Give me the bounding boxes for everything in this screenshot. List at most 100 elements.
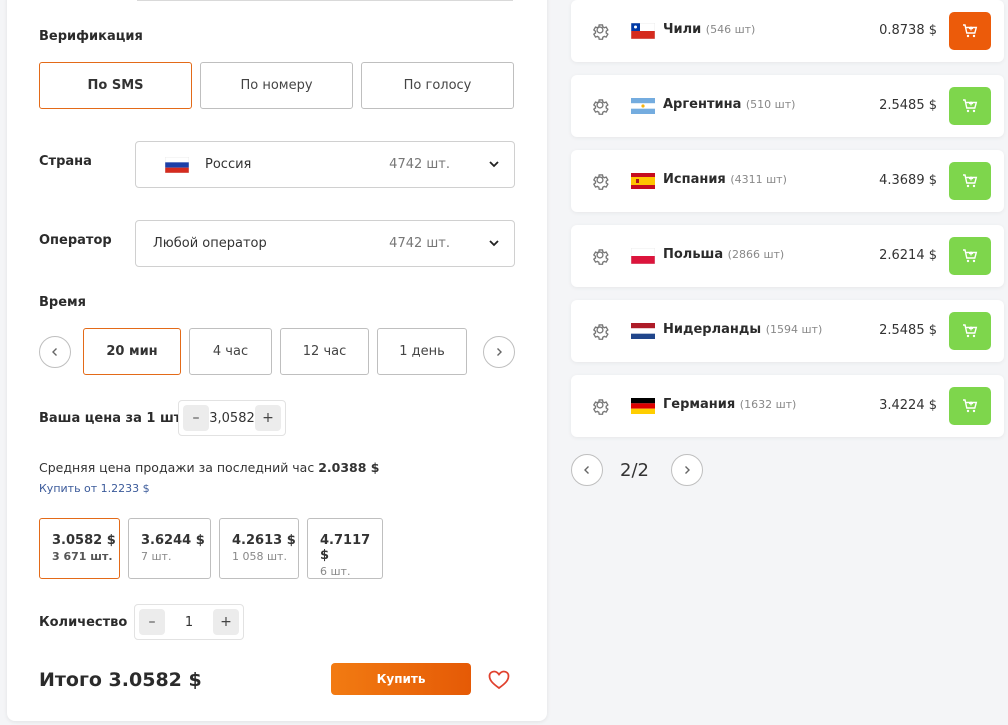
price-stepper: – 3,0582 + <box>178 400 286 436</box>
buy-from-link[interactable]: Купить от 1.2233 $ <box>39 482 150 495</box>
country-count: (2866 шт) <box>727 248 785 261</box>
country-row-argentina: Аргентина (510 шт) 2.5485 $ <box>571 75 1004 137</box>
add-to-cart-button[interactable] <box>949 387 991 425</box>
poland-flag-icon <box>630 247 656 265</box>
add-to-cart-button[interactable] <box>949 312 991 350</box>
country-count: 4742 шт. <box>389 157 450 172</box>
time-12h-button[interactable]: 12 час <box>280 328 369 375</box>
russia-flag-icon <box>164 156 190 173</box>
price-increment-button[interactable]: + <box>255 405 281 431</box>
country-count: (4311 шт) <box>730 173 787 186</box>
country-name-text: Германия <box>663 397 736 412</box>
country-row-spain: Испания (4311 шт) 4.3689 $ <box>571 150 1004 212</box>
avg-price-value: 2.0388 $ <box>318 460 380 475</box>
verification-label: Верификация <box>39 29 143 44</box>
add-to-cart-button[interactable] <box>949 237 991 275</box>
cart-icon <box>963 324 978 338</box>
price-option-count: 1 058 шт. <box>232 550 287 563</box>
time-prev-button[interactable] <box>39 336 71 368</box>
country-count: (510 шт) <box>745 98 796 111</box>
add-to-cart-button[interactable] <box>949 162 991 200</box>
divider <box>137 0 513 1</box>
gear-icon[interactable] <box>590 245 610 269</box>
country-name: Чили (546 шт) <box>663 22 755 37</box>
country-price: 2.6214 $ <box>879 248 937 263</box>
price-option-count: 6 шт. <box>320 565 351 578</box>
gear-icon[interactable] <box>590 170 610 194</box>
operator-count: 4742 шт. <box>389 236 450 251</box>
verification-voice-button[interactable]: По голосу <box>361 62 514 109</box>
country-price: 0.8738 $ <box>879 23 937 38</box>
time-1day-button[interactable]: 1 день <box>377 328 467 375</box>
price-option-3[interactable]: 4.2613 $ 1 058 шт. <box>219 518 299 579</box>
favorite-heart-icon[interactable] <box>488 670 510 694</box>
price-decrement-button[interactable]: – <box>183 405 209 431</box>
operator-select[interactable]: Любой оператор 4742 шт. <box>135 220 515 267</box>
country-row-chile: Чили (546 шт) 0.8738 $ <box>571 0 1004 62</box>
price-option-count: 7 шт. <box>141 550 172 563</box>
verification-number-button[interactable]: По номеру <box>200 62 353 109</box>
country-name-text: Испания <box>663 172 726 187</box>
operator-label: Оператор <box>39 233 112 248</box>
time-4h-button[interactable]: 4 час <box>189 328 272 375</box>
time-20min-button[interactable]: 20 мин <box>83 328 181 375</box>
page-prev-button[interactable] <box>571 454 603 486</box>
country-name: Германия (1632 шт) <box>663 397 796 412</box>
price-input[interactable]: 3,0582 <box>209 411 255 426</box>
country-price: 4.3689 $ <box>879 173 937 188</box>
gear-icon[interactable] <box>590 320 610 344</box>
cart-icon <box>963 249 978 263</box>
country-count: (1594 шт) <box>765 323 823 336</box>
quantity-stepper: – 1 + <box>134 604 244 640</box>
quantity-label: Количество <box>39 615 128 630</box>
country-row-netherlands: Нидерланды (1594 шт) 2.5485 $ <box>571 300 1004 362</box>
cart-icon <box>963 399 978 413</box>
chevron-right-icon <box>685 466 690 474</box>
price-option-value: 4.7117 $ <box>320 533 371 563</box>
country-name: Нидерланды (1594 шт) <box>663 322 822 337</box>
chile-flag-icon <box>630 22 656 40</box>
chevron-down-icon <box>488 158 500 174</box>
quantity-increment-button[interactable]: + <box>213 609 239 635</box>
add-to-cart-button[interactable] <box>949 87 991 125</box>
total-text: Итого 3.0582 $ <box>39 669 202 691</box>
operator-value: Любой оператор <box>153 236 267 251</box>
price-option-2[interactable]: 3.6244 $ 7 шт. <box>128 518 211 579</box>
argentina-flag-icon <box>631 98 655 114</box>
price-option-4[interactable]: 4.7117 $ 6 шт. <box>307 518 383 579</box>
country-name-text: Польша <box>663 247 724 262</box>
country-price: 3.4224 $ <box>879 398 937 413</box>
buy-button[interactable]: Купить <box>331 663 471 695</box>
netherlands-flag-icon <box>631 323 655 339</box>
country-label: Страна <box>39 154 92 169</box>
spain-flag-icon <box>631 173 655 189</box>
country-name-text: Аргентина <box>663 97 742 112</box>
add-to-cart-button[interactable] <box>949 12 991 50</box>
your-price-label: Ваша цена за 1 шт <box>39 411 182 426</box>
gear-icon[interactable] <box>590 20 610 44</box>
time-next-button[interactable] <box>483 336 515 368</box>
country-row-germany: Германия (1632 шт) 3.4224 $ <box>571 375 1004 437</box>
page-next-button[interactable] <box>671 454 703 486</box>
germany-flag-icon <box>631 398 655 414</box>
price-option-1[interactable]: 3.0582 $ 3 671 шт. <box>39 518 120 579</box>
country-name: Польша (2866 шт) <box>663 247 784 262</box>
country-row-poland: Польша (2866 шт) 2.6214 $ <box>571 225 1004 287</box>
time-label: Время <box>39 295 87 310</box>
country-price: 2.5485 $ <box>879 98 937 113</box>
gear-icon[interactable] <box>590 95 610 119</box>
country-value: Россия <box>205 157 252 172</box>
country-count: (546 шт) <box>705 23 756 36</box>
cart-icon <box>963 99 978 113</box>
country-name-text: Нидерланды <box>663 322 762 337</box>
country-select[interactable]: Россия 4742 шт. <box>135 141 515 188</box>
country-price: 2.5485 $ <box>879 323 937 338</box>
gear-icon[interactable] <box>590 395 610 419</box>
avg-price-text: Средняя цена продажи за последний час 2.… <box>39 460 380 475</box>
quantity-decrement-button[interactable]: – <box>139 609 165 635</box>
price-option-count: 3 671 шт. <box>52 550 113 563</box>
chevron-right-icon <box>497 348 502 356</box>
quantity-input[interactable]: 1 <box>165 615 213 630</box>
price-option-value: 3.6244 $ <box>141 533 205 548</box>
verification-sms-button[interactable]: По SMS <box>39 62 192 109</box>
